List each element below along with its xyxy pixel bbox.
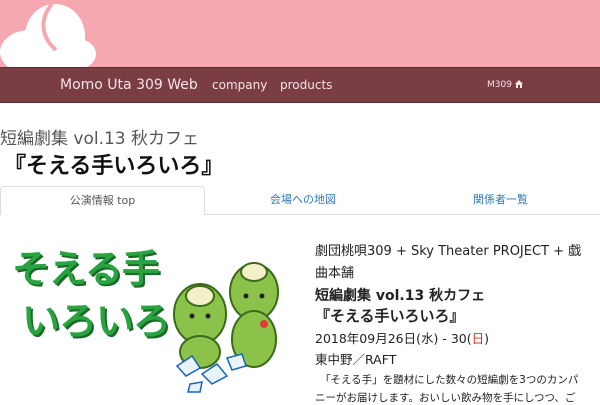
page-title: 『そえる手いろいろ』 bbox=[4, 154, 224, 179]
event-description-line2: ニーがお届けします。おいしい飲み物を手にしつつ、ご bbox=[315, 392, 576, 404]
flyer-title-line1: そえる手 bbox=[12, 247, 160, 291]
date-sunday: 日 bbox=[471, 331, 485, 346]
date-suffix: ) bbox=[484, 331, 490, 346]
peach-logo-icon[interactable] bbox=[0, 0, 100, 67]
broken-plates-icon bbox=[175, 353, 247, 393]
tab-venue-map[interactable]: 会場への地図 bbox=[205, 186, 401, 215]
flyer-title-line2: いろいろ bbox=[22, 299, 171, 343]
tab-info-top[interactable]: 公演情報 top bbox=[0, 186, 205, 215]
event-title: 『そえる手いろいろ』 bbox=[315, 307, 465, 325]
page-subtitle: 短編劇集 vol.13 秋カフェ bbox=[0, 129, 200, 149]
event-venue: 東中野／RAFT bbox=[315, 352, 397, 367]
organizer-line2: 曲本舗 bbox=[315, 266, 355, 281]
tab-bar: 公演情報 top 会場への地図 関係者一覧 bbox=[0, 186, 600, 215]
home-icon bbox=[514, 80, 523, 88]
navbar: Momo Uta 309 Web company products M309 bbox=[0, 67, 600, 103]
nav-home-link[interactable]: M309 bbox=[487, 80, 523, 90]
date-prefix: 2018年09月26日(水) - 30( bbox=[315, 331, 472, 346]
event-name: 短編劇集 vol.13 秋カフェ bbox=[315, 288, 486, 304]
event-description-line1: 「そえる手」を題材にした数々の短編劇を3つのカンパ bbox=[320, 374, 579, 386]
tab-staff-list[interactable]: 関係者一覧 bbox=[401, 186, 600, 215]
flyer-image: そえる手 いろいろ bbox=[0, 228, 280, 400]
nav-products[interactable]: products bbox=[280, 78, 332, 92]
nav-company[interactable]: company bbox=[212, 78, 267, 92]
event-date: 2018年09月26日(水) - 30(日) bbox=[315, 328, 489, 347]
header-banner bbox=[0, 0, 600, 67]
nav-home-label: M309 bbox=[487, 80, 512, 90]
brand-link[interactable]: Momo Uta 309 Web bbox=[60, 77, 198, 93]
organizer-line1: 劇団桃唄309 + Sky Theater PROJECT + 戯 bbox=[315, 244, 582, 259]
